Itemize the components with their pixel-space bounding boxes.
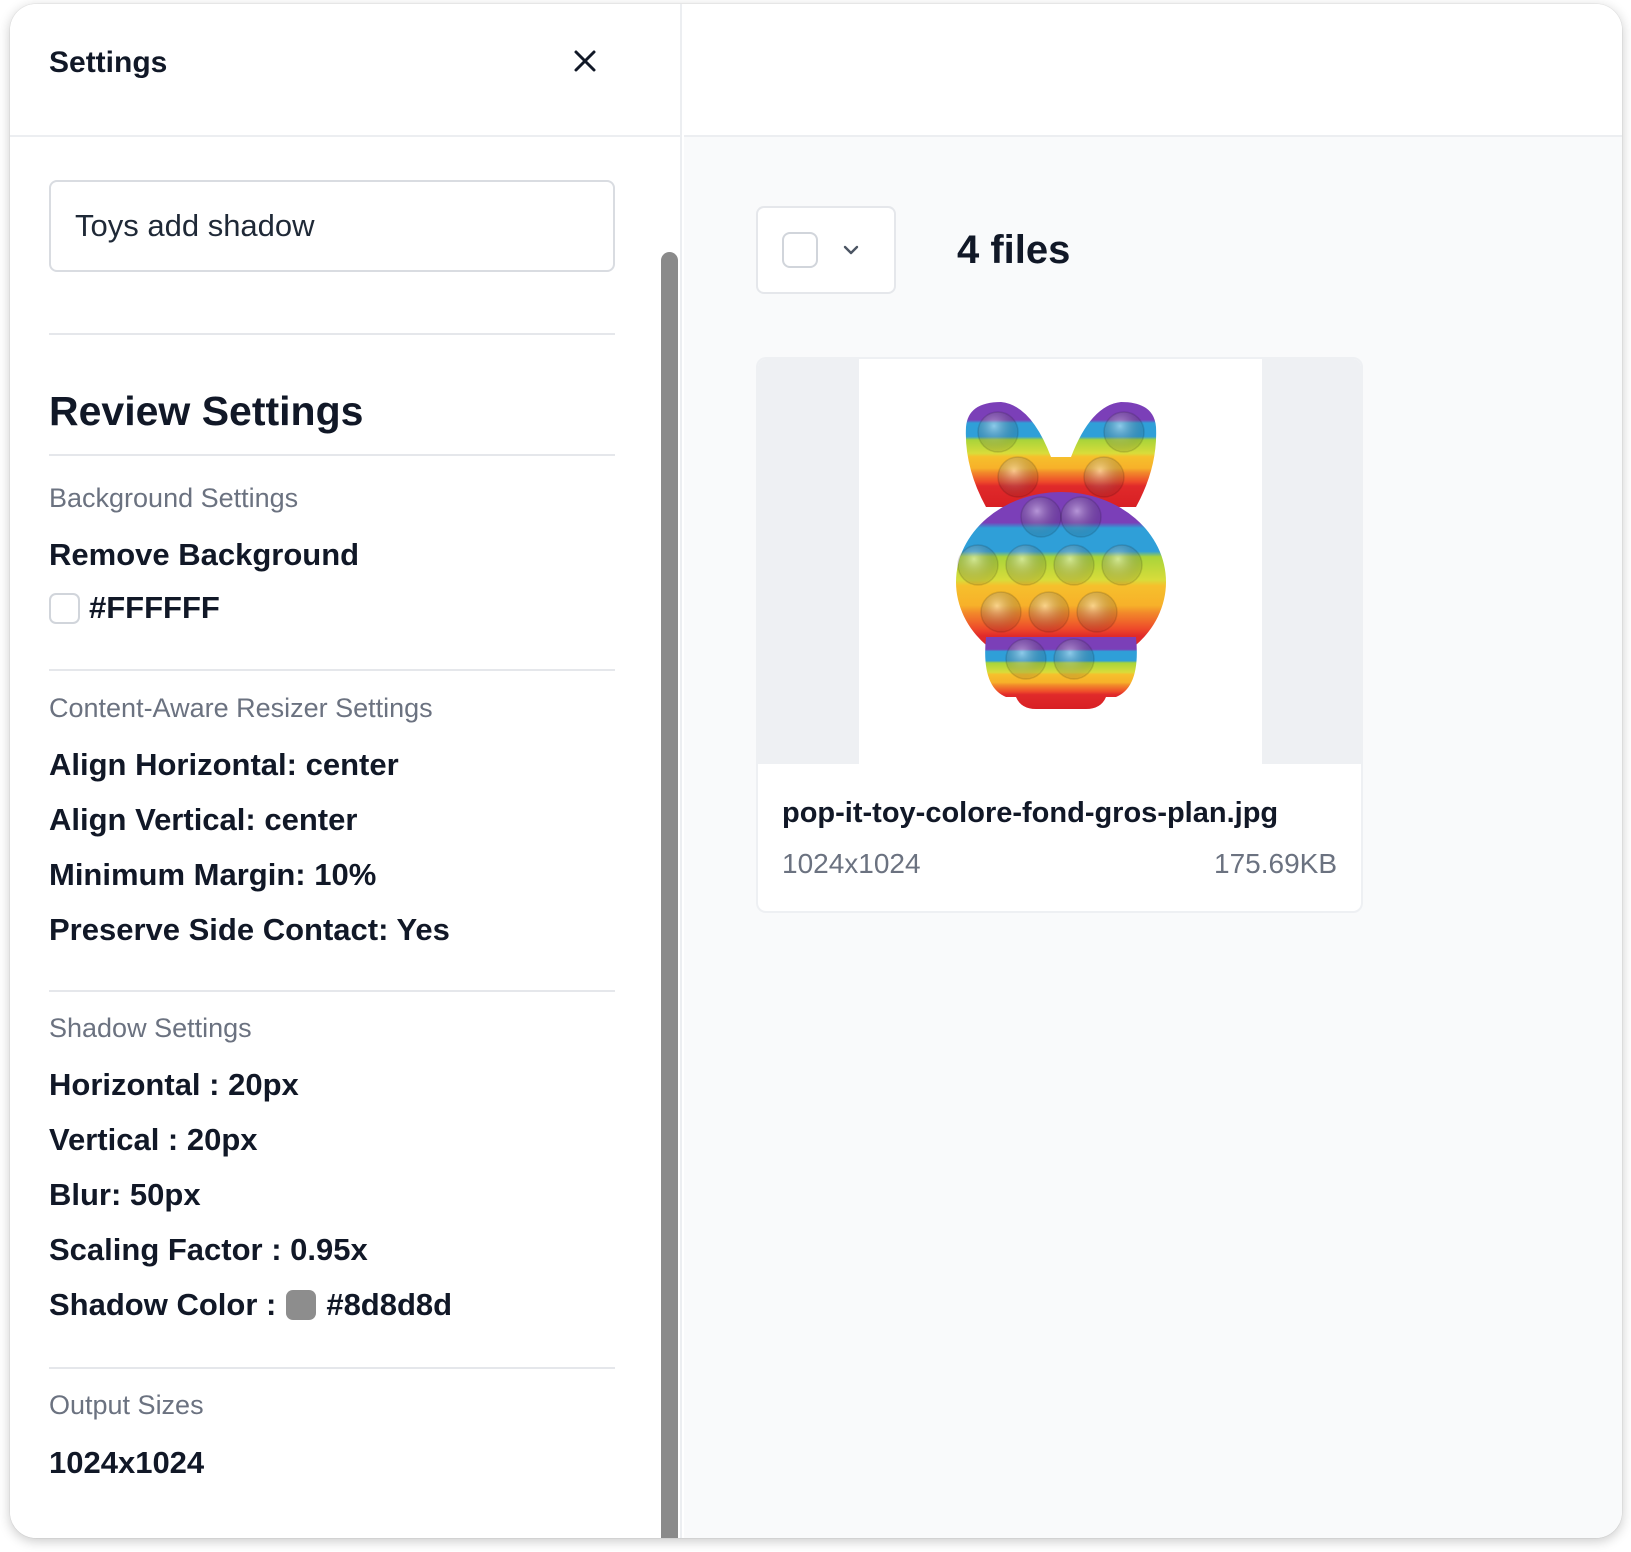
- chevron-down-icon[interactable]: [842, 244, 860, 256]
- file-name: pop-it-toy-colore-fond-gros-plan.jpg: [782, 797, 1279, 829]
- shadow-blur-setting: Blur: 50px: [49, 1177, 201, 1212]
- review-settings-heading: Review Settings: [49, 388, 364, 434]
- file-card[interactable]: pop-it-toy-colore-fond-gros-plan.jpg 102…: [756, 357, 1363, 913]
- file-size: 175.69KB: [1214, 848, 1337, 879]
- shadow-color-swatch: [286, 1290, 317, 1320]
- remove-background-setting: Remove Background: [49, 537, 360, 572]
- shadow-horizontal-setting: Horizontal : 20px: [49, 1067, 299, 1102]
- background-color-checkbox[interactable]: [49, 592, 80, 624]
- shadow-color-value: #8d8d8d: [326, 1287, 453, 1322]
- preserve-side-contact-setting: Preserve Side Contact: Yes: [49, 912, 450, 947]
- align-vertical-setting: Align Vertical: center: [49, 802, 358, 837]
- divider: [49, 454, 615, 456]
- preset-name-input[interactable]: [49, 180, 615, 272]
- close-icon: [574, 50, 596, 72]
- file-thumbnail: [758, 359, 1361, 764]
- divider: [49, 990, 615, 992]
- minimum-margin-setting: Minimum Margin: 10%: [49, 857, 377, 892]
- resizer-settings-label: Content-Aware Resizer Settings: [49, 693, 433, 723]
- divider: [49, 669, 615, 671]
- shadow-color-setting: Shadow Color : #8d8d8d: [49, 1287, 452, 1323]
- background-settings-label: Background Settings: [49, 483, 299, 513]
- select-all-dropdown[interactable]: [756, 206, 896, 294]
- background-color-value: #FFFFFF: [89, 590, 220, 625]
- output-size-value: 1024x1024: [49, 1445, 205, 1480]
- divider: [49, 1367, 615, 1369]
- scaling-factor-setting: Scaling Factor : 0.95x: [49, 1232, 368, 1267]
- file-dimensions: 1024x1024: [782, 848, 921, 879]
- shadow-color-label: Shadow Color :: [49, 1287, 277, 1322]
- align-horizontal-setting: Align Horizontal: center: [49, 747, 399, 782]
- settings-title: Settings: [49, 46, 168, 79]
- settings-panel: Settings Review Settings Background Sett…: [10, 4, 682, 1538]
- output-sizes-label: Output Sizes: [49, 1390, 204, 1420]
- shadow-settings-label: Shadow Settings: [49, 1013, 252, 1043]
- settings-header: Settings: [10, 4, 682, 137]
- background-color-setting: #FFFFFF: [49, 590, 220, 626]
- divider: [49, 333, 615, 335]
- select-all-checkbox[interactable]: [782, 232, 818, 268]
- shadow-vertical-setting: Vertical : 20px: [49, 1122, 258, 1157]
- files-panel: 4 files pop-it-toy-colore-fond-gros-plan…: [684, 4, 1622, 1538]
- settings-scrollbar[interactable]: [661, 252, 678, 1538]
- close-button[interactable]: [568, 44, 602, 78]
- pop-it-toy-image: [955, 401, 1166, 709]
- file-count: 4 files: [957, 228, 1071, 272]
- settings-window: Settings Review Settings Background Sett…: [10, 4, 1622, 1538]
- files-header: [684, 4, 1622, 137]
